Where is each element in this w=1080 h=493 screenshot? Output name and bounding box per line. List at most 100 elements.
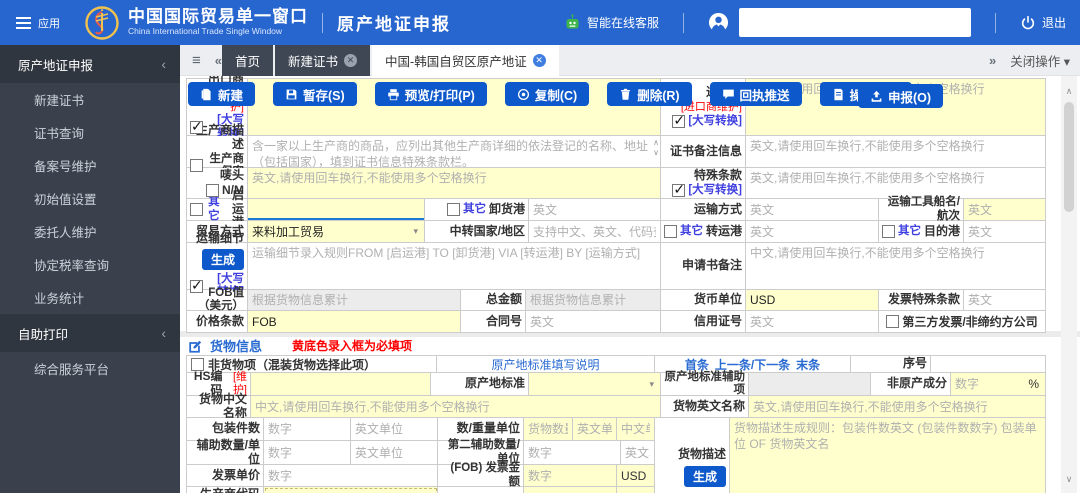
- destination-port-input[interactable]: [964, 221, 1045, 242]
- delete-button[interactable]: 删除(R): [607, 82, 692, 106]
- trade-mode-select[interactable]: 来料加工贸易 ▾: [248, 221, 425, 242]
- transit-port-input[interactable]: [746, 221, 878, 242]
- close-icon[interactable]: ✕: [532, 53, 546, 67]
- lc-no-input[interactable]: [746, 311, 878, 332]
- online-service-button[interactable]: 智能在线客服: [564, 14, 659, 31]
- non-origin-input[interactable]: [951, 374, 1029, 394]
- tabs-menu-icon[interactable]: ≡: [192, 52, 201, 69]
- copy-button[interactable]: 复制(C): [504, 82, 590, 106]
- other-label[interactable]: 其它: [463, 203, 486, 216]
- unloading-port-input[interactable]: [529, 199, 660, 220]
- non-goods-checkbox[interactable]: [191, 357, 204, 371]
- sidebar-item-service-platform[interactable]: 综合服务平台: [0, 352, 180, 385]
- invoice-special-input[interactable]: [964, 290, 1045, 310]
- aux-qty-input[interactable]: [264, 442, 350, 463]
- scroll-arrows-icon[interactable]: ∧ ∨: [653, 138, 659, 158]
- transit-country-input[interactable]: [529, 221, 660, 242]
- other-label[interactable]: 其它: [206, 196, 220, 222]
- transport-detail-input[interactable]: [248, 243, 660, 289]
- tab-korea-fta-cert[interactable]: 中国-韩国自贸区原产地证 ✕: [372, 44, 559, 76]
- goods-desc-input[interactable]: [730, 418, 1045, 493]
- price-terms-value[interactable]: FOB: [248, 315, 460, 329]
- content-scrollbar[interactable]: ∧ ∨: [1061, 76, 1077, 493]
- second-aux-unit-input[interactable]: [621, 442, 654, 463]
- goods-section-header: 货物信息 黄底色录入框为必填项: [188, 336, 412, 355]
- sidebar-item-record-no[interactable]: 备案号维护: [0, 149, 180, 182]
- cert-remark-input[interactable]: [746, 136, 1045, 167]
- aux-unit-input[interactable]: [351, 442, 437, 463]
- hamburger-icon[interactable]: [16, 16, 31, 29]
- goods-cn-input[interactable]: [251, 396, 660, 417]
- contract-no-input[interactable]: [526, 311, 660, 332]
- special-clause-input[interactable]: [746, 168, 1045, 198]
- package-count-input[interactable]: [264, 419, 350, 439]
- unloading-port-other-checkbox[interactable]: [446, 203, 460, 216]
- close-icon[interactable]: ✕: [344, 53, 358, 67]
- sidebar-item-new-cert[interactable]: 新建证书: [0, 83, 180, 116]
- logout-button[interactable]: 退出: [1020, 14, 1066, 31]
- nm-checkbox[interactable]: [206, 183, 219, 197]
- special-clause-uppercase-label[interactable]: [大写转换]: [688, 184, 742, 197]
- departure-port-other-checkbox[interactable]: [190, 203, 203, 216]
- producer-secret-checkbox[interactable]: [190, 159, 203, 173]
- goods-section-title: 货物信息: [210, 339, 263, 354]
- origin-standard-guide-link[interactable]: 原产地标准填写说明: [491, 356, 599, 373]
- goods-qty-input[interactable]: [524, 419, 572, 439]
- producer-desc-input[interactable]: [248, 136, 660, 167]
- scroll-tabs-right-icon[interactable]: »: [989, 53, 996, 68]
- scrollbar-thumb[interactable]: [1064, 102, 1074, 212]
- special-clause-uppercase-checkbox[interactable]: [672, 181, 686, 197]
- other-label[interactable]: 其它: [898, 225, 921, 238]
- scroll-tabs-left-icon[interactable]: «: [215, 53, 222, 68]
- sidebar-group-origin-declare[interactable]: 原产地证申报 ‹: [0, 45, 180, 83]
- app-menu-label[interactable]: 应用: [38, 15, 60, 31]
- exporter-uppercase-checkbox[interactable]: [190, 118, 203, 134]
- second-aux-qty-input[interactable]: [524, 442, 620, 463]
- save-draft-button[interactable]: 暂存(S): [273, 82, 357, 106]
- marks-input[interactable]: [248, 168, 660, 198]
- first-record-link[interactable]: 首条: [685, 356, 709, 373]
- close-operations-menu[interactable]: 关闭操作 ▾: [1010, 51, 1070, 70]
- currency-value[interactable]: USD: [746, 293, 878, 307]
- prev-next-record-link[interactable]: 上一条/下一条: [715, 356, 790, 373]
- transport-detail-generate-button[interactable]: 生成: [201, 249, 244, 271]
- declare-button[interactable]: 申报(O): [858, 84, 944, 108]
- sidebar-item-initial-value[interactable]: 初始值设置: [0, 182, 180, 215]
- invoice-amount-input[interactable]: [524, 465, 616, 486]
- application-remark-input[interactable]: [746, 243, 1045, 289]
- tab-home[interactable]: 首页: [222, 44, 274, 76]
- last-record-link[interactable]: 末条: [796, 356, 820, 373]
- sidebar-item-cert-query[interactable]: 证书查询: [0, 116, 180, 149]
- transit-port-other-checkbox[interactable]: [664, 225, 677, 238]
- vessel-input[interactable]: [964, 199, 1045, 220]
- qty-en-unit-input[interactable]: [573, 419, 616, 439]
- user-avatar-icon[interactable]: [708, 12, 729, 33]
- hs-code-input[interactable]: [251, 374, 430, 394]
- package-unit-input[interactable]: [351, 419, 437, 439]
- qty-cn-unit-input[interactable]: [617, 419, 654, 439]
- sidebar-item-client-maintain[interactable]: 委托人维护: [0, 215, 180, 248]
- goods-en-input[interactable]: [749, 396, 1045, 417]
- receipt-push-button[interactable]: 回执推送: [709, 82, 802, 106]
- account-name-box[interactable]: [738, 8, 971, 37]
- goods-desc-generate-button[interactable]: 生成: [683, 465, 726, 487]
- transport-mode-input[interactable]: [746, 199, 878, 220]
- origin-standard-select[interactable]: ▾: [529, 373, 661, 395]
- new-button[interactable]: 新建: [188, 82, 256, 106]
- online-service-label: 智能在线客服: [586, 16, 659, 30]
- preview-print-button[interactable]: 预览/打印(P): [374, 82, 487, 106]
- invoice-price-input[interactable]: [264, 465, 437, 486]
- sidebar-group-self-print[interactable]: 自助打印 ‹: [0, 314, 180, 352]
- transport-detail-uppercase-checkbox[interactable]: [190, 277, 203, 293]
- scroll-up-icon[interactable]: ∧: [1061, 86, 1077, 97]
- importer-uppercase-checkbox[interactable]: [672, 112, 686, 128]
- sidebar-item-tariff-query[interactable]: 协定税率查询: [0, 248, 180, 281]
- departure-port-input[interactable]: [248, 199, 424, 220]
- third-party-checkbox[interactable]: [886, 315, 900, 328]
- importer-uppercase-label[interactable]: [大写转换]: [688, 115, 742, 128]
- tab-new-cert[interactable]: 新建证书 ✕: [275, 44, 371, 76]
- other-label[interactable]: 其它: [680, 225, 703, 238]
- sidebar-item-biz-stats[interactable]: 业务统计: [0, 281, 180, 314]
- destination-port-other-checkbox[interactable]: [882, 225, 895, 238]
- scroll-down-icon[interactable]: ∨: [1061, 474, 1077, 485]
